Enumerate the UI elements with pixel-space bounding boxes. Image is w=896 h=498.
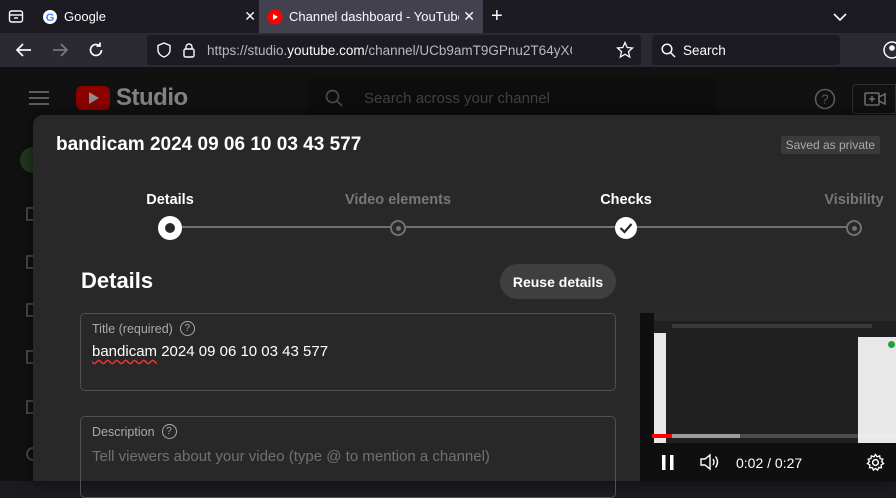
url-bar[interactable]: https://studio.youtube.com/channel/UCb9a… [147, 35, 641, 65]
new-tab-icon[interactable]: + [491, 5, 503, 28]
shield-icon[interactable] [157, 42, 171, 58]
saved-status-badge: Saved as private [780, 136, 880, 154]
browser-search-box[interactable]: Search [652, 35, 840, 65]
pending-step-icon [851, 225, 857, 231]
video-details-dialog: bandicam 2024 09 06 10 03 43 577 Saved a… [33, 115, 896, 498]
step-label-video-elements[interactable]: Video elements [345, 192, 451, 208]
step-dot-details[interactable] [158, 216, 182, 240]
misspelled-word: bandicam [92, 343, 158, 360]
preview-tabstrip [654, 313, 896, 321]
details-heading: Details [81, 268, 154, 293]
description-field-label: Description [92, 424, 155, 439]
browser-nav-bar: https://studio.youtube.com/channel/UCb9a… [0, 33, 896, 67]
pause-icon[interactable] [662, 455, 674, 475]
stepper-track [170, 226, 855, 228]
url-domain: youtube.com [287, 42, 365, 58]
tab-google[interactable]: G Google ✕ [34, 0, 264, 33]
preview-right-panel [858, 337, 896, 443]
chevron-down-icon[interactable] [833, 9, 847, 27]
player-time: 0:02 / 0:27 [736, 455, 803, 471]
checkmark-icon [619, 222, 633, 234]
current-step-icon [165, 223, 175, 233]
svg-text:G: G [46, 12, 55, 24]
step-label-checks[interactable]: Checks [600, 192, 652, 208]
title-input[interactable]: bandicam 2024 09 06 10 03 43 577 [92, 343, 328, 360]
google-icon: G [42, 9, 58, 25]
search-icon [661, 42, 676, 58]
browser-tab-bar: G Google ✕ Channel dashboard - YouTube S… [0, 0, 896, 33]
close-tab-icon[interactable]: ✕ [463, 8, 475, 25]
step-dot-video-elements[interactable] [390, 220, 406, 236]
tab-title: Google [64, 9, 106, 24]
tab-title: Channel dashboard - YouTube Studio [289, 9, 459, 24]
title-field-label: Title (required) [92, 321, 173, 336]
step-dot-checks[interactable] [615, 217, 637, 239]
description-field[interactable]: Description ? Tell viewers about your vi… [80, 416, 616, 498]
bookmark-star-icon[interactable] [615, 40, 635, 64]
reload-icon[interactable] [87, 41, 105, 64]
step-label-visibility[interactable]: Visibility [824, 192, 883, 208]
preview-urlbar [672, 324, 872, 328]
forward-icon[interactable] [51, 41, 69, 64]
preview-left-panel [654, 333, 666, 443]
help-icon[interactable]: ? [161, 424, 177, 439]
back-icon[interactable] [15, 41, 33, 64]
account-icon[interactable] [883, 41, 896, 64]
title-field-label-row: Title (required) ? [92, 321, 195, 336]
lock-icon[interactable] [183, 42, 195, 58]
preview-status-icon [888, 341, 895, 348]
help-icon[interactable]: ? [179, 321, 195, 336]
title-input-rest: 2024 09 06 10 03 43 577 [157, 343, 329, 360]
gear-icon[interactable] [866, 453, 885, 477]
title-field[interactable]: Title (required) ? bandicam 2024 09 06 1… [80, 313, 616, 391]
player-played-bar [652, 434, 672, 438]
reuse-details-button[interactable]: Reuse details [500, 264, 616, 299]
description-field-label-row: Description ? [92, 424, 177, 439]
tab-channel-dashboard[interactable]: Channel dashboard - YouTube Studio ✕ [259, 0, 483, 33]
url-prefix: https://studio. [207, 42, 288, 58]
step-dot-visibility[interactable] [846, 220, 862, 236]
preview-screen [654, 313, 896, 443]
dialog-title: bandicam 2024 09 06 10 03 43 577 [56, 134, 362, 155]
video-preview-player[interactable]: 0:02 / 0:27 [640, 313, 896, 481]
youtube-icon [267, 9, 283, 25]
player-progress-track[interactable] [652, 434, 896, 438]
url-text[interactable]: https://studio.youtube.com/channel/UCb9a… [207, 43, 572, 58]
browser-search-placeholder: Search [683, 42, 726, 58]
pending-step-icon [395, 225, 401, 231]
url-path: /channel/UCb9amT9GPnu2T64yXCCI [364, 42, 572, 58]
step-label-details[interactable]: Details [146, 192, 194, 208]
close-tab-icon[interactable]: ✕ [244, 8, 256, 25]
volume-icon[interactable] [699, 453, 721, 476]
tab-list-icon[interactable] [8, 8, 24, 29]
description-input[interactable]: Tell viewers about your video (type @ to… [92, 448, 490, 465]
